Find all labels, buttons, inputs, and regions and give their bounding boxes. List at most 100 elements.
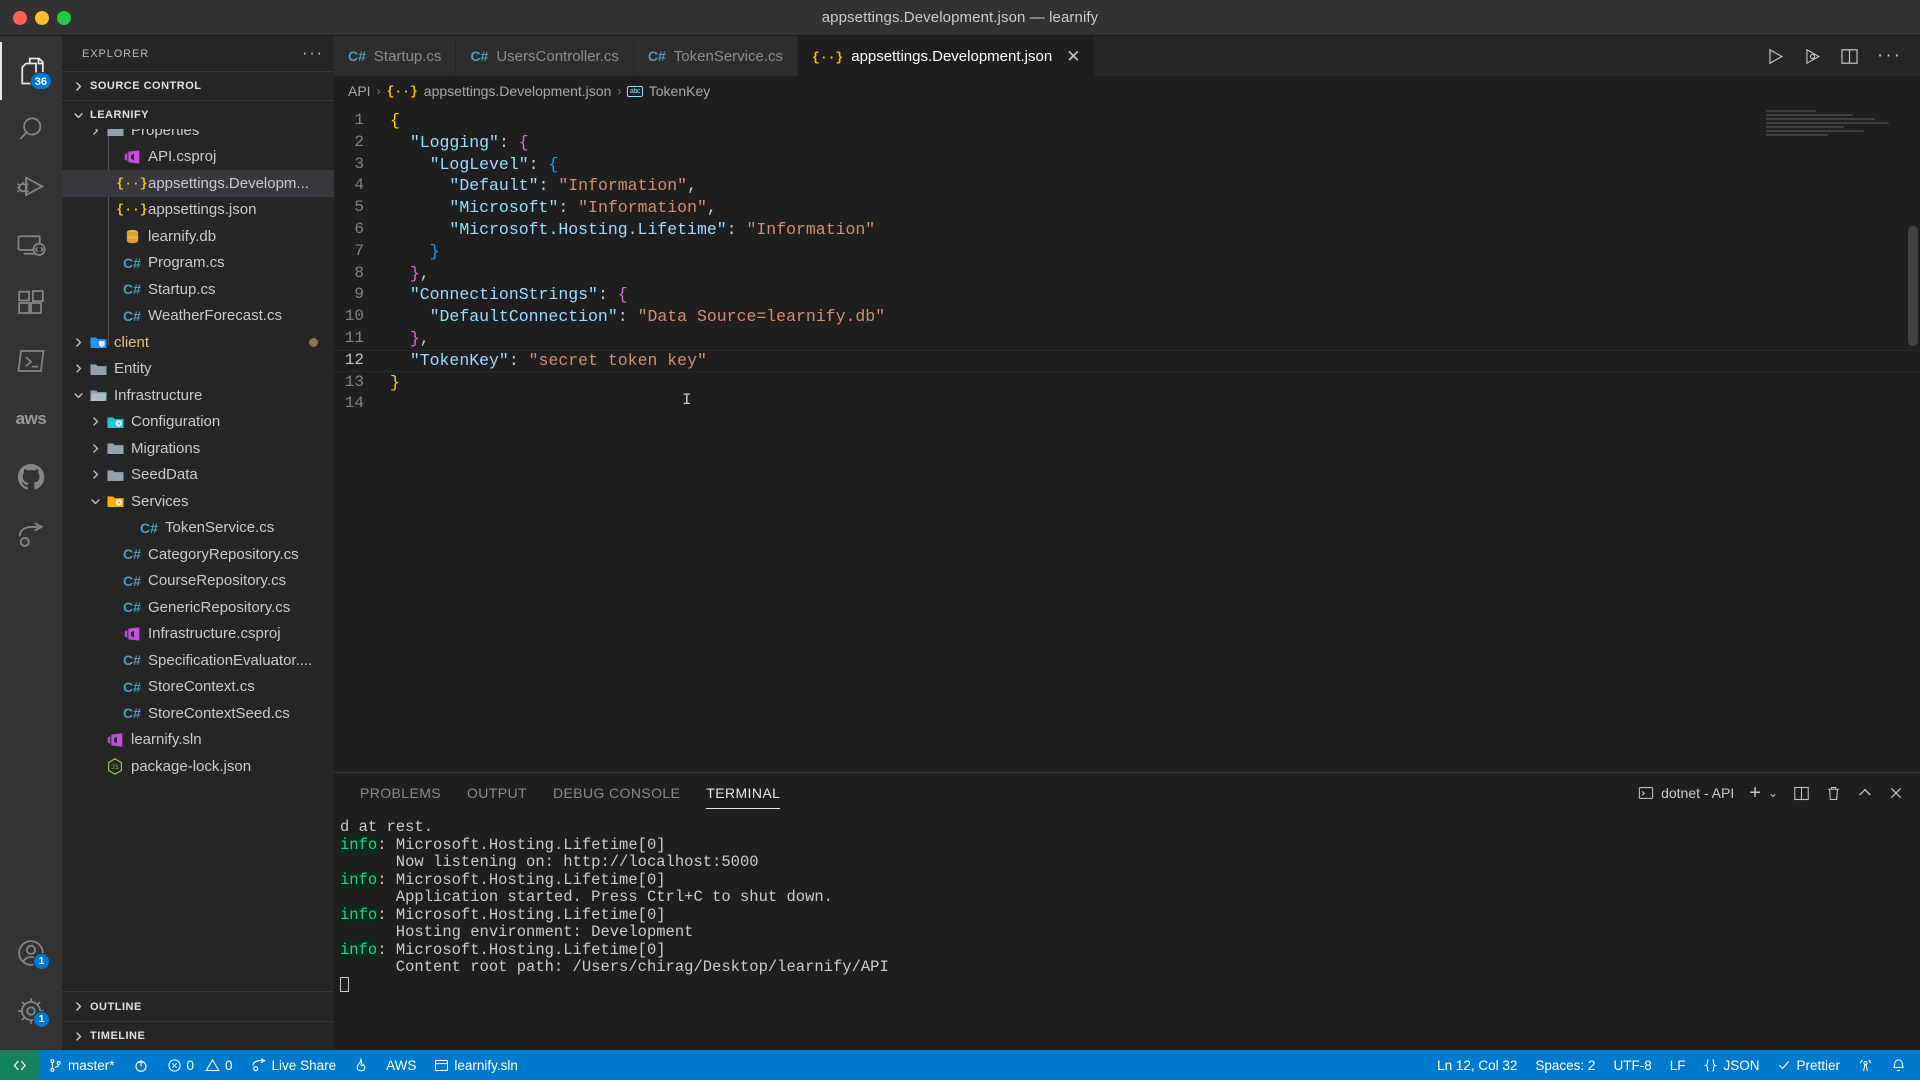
maximize-panel-button[interactable] xyxy=(1857,785,1873,801)
remote-indicator[interactable] xyxy=(0,1050,39,1080)
editor-tab-startup-cs[interactable]: C# Startup.cs xyxy=(334,36,457,76)
tree-item-migrations[interactable]: Migrations xyxy=(62,435,334,462)
code-line-1[interactable]: 1{ xyxy=(334,110,1920,132)
code-line-13[interactable]: 13} xyxy=(334,372,1920,394)
chevron-down-icon[interactable] xyxy=(87,496,104,507)
sidebar-section-outline[interactable]: OUTLINE xyxy=(62,992,334,1021)
code-line-9[interactable]: 9 "ConnectionStrings": { xyxy=(334,284,1920,306)
tree-item-client[interactable]: client xyxy=(62,329,334,356)
activity-powershell[interactable] xyxy=(0,332,62,390)
window-controls[interactable] xyxy=(0,10,71,25)
run-button[interactable] xyxy=(1766,47,1785,66)
activity-extensions[interactable] xyxy=(0,274,62,332)
breadcrumb-item-api[interactable]: API xyxy=(348,83,371,99)
status-solution[interactable]: learnify.sln xyxy=(425,1050,527,1080)
terminal-output[interactable]: d at rest. info: Microsoft.Hosting.Lifeti… xyxy=(334,813,1920,1050)
new-terminal-button[interactable]: + xyxy=(1749,783,1761,803)
status-branch[interactable]: master* xyxy=(39,1050,124,1080)
tree-item-infrastructure-csproj[interactable]: Infrastructure.csproj xyxy=(62,621,334,648)
status-language-mode[interactable]: JSON xyxy=(1694,1050,1768,1080)
tree-item-learnify-db[interactable]: learnify.db xyxy=(62,223,334,250)
activity-search[interactable] xyxy=(0,100,62,158)
status-aws[interactable]: AWS xyxy=(377,1050,425,1080)
terminal-selector[interactable]: dotnet - API xyxy=(1638,785,1734,801)
close-tab-button[interactable]: ✕ xyxy=(1066,48,1080,65)
tree-item-seeddata[interactable]: SeedData xyxy=(62,462,334,489)
chevron-right-icon[interactable] xyxy=(87,443,104,454)
file-tree[interactable]: Properties API.csproj {··} appsettings.Deve… xyxy=(62,129,334,991)
tree-item-api-csproj[interactable]: API.csproj xyxy=(62,144,334,171)
status-problems[interactable]: 0 0 xyxy=(158,1050,242,1080)
tree-item-entity[interactable]: Entity xyxy=(62,356,334,383)
chevron-right-icon[interactable] xyxy=(70,363,87,374)
activity-aws[interactable]: aws xyxy=(0,390,62,448)
tree-item-storecontextseed-cs[interactable]: C# StoreContextSeed.cs xyxy=(62,700,334,727)
tree-item-learnify-sln[interactable]: learnify.sln xyxy=(62,727,334,754)
editor-tab-userscontroller-cs[interactable]: C# UsersController.cs xyxy=(456,36,634,76)
breadcrumb-item-symbol[interactable]: TokenKey xyxy=(649,83,710,99)
activity-settings[interactable]: 1 xyxy=(0,982,62,1040)
editor-scrollbar[interactable] xyxy=(1908,226,1918,346)
status-live-share[interactable]: Live Share xyxy=(242,1050,346,1080)
activity-run-debug[interactable] xyxy=(0,158,62,216)
status-indentation[interactable]: Spaces: 2 xyxy=(1526,1050,1604,1080)
breadcrumb-item-file[interactable]: appsettings.Development.json xyxy=(424,83,612,99)
status-sync[interactable] xyxy=(124,1050,158,1080)
activity-github[interactable] xyxy=(0,448,62,506)
panel-tab-terminal[interactable]: TERMINAL xyxy=(706,773,781,813)
code-line-5[interactable]: 5 "Microsoft": "Information", xyxy=(334,197,1920,219)
tree-item-appsettings-json[interactable]: {··} appsettings.json xyxy=(62,197,334,224)
activity-explorer[interactable]: 36 xyxy=(0,42,62,100)
tree-item-categoryrepository-cs[interactable]: C# CategoryRepository.cs xyxy=(62,541,334,568)
code-line-10[interactable]: 10 "DefaultConnection": "Data Source=lea… xyxy=(334,306,1920,328)
code-line-4[interactable]: 4 "Default": "Information", xyxy=(334,175,1920,197)
sidebar-section-learnify[interactable]: LEARNIFY xyxy=(62,100,334,129)
tree-item-tokenservice-cs[interactable]: C# TokenService.cs xyxy=(62,515,334,542)
tree-item-specificationevaluator[interactable]: C# SpecificationEvaluator.... xyxy=(62,647,334,674)
code-line-8[interactable]: 8 }, xyxy=(334,263,1920,285)
code-line-11[interactable]: 11 }, xyxy=(334,328,1920,350)
sidebar-section-source-control[interactable]: SOURCE CONTROL xyxy=(62,71,334,100)
editor-tab-appsettings-development-json[interactable]: {··} appsettings.Development.json ✕ xyxy=(798,36,1096,76)
code-line-7[interactable]: 7 } xyxy=(334,241,1920,263)
status-cursor-position[interactable]: Ln 12, Col 32 xyxy=(1428,1050,1526,1080)
status-broadcast[interactable] xyxy=(1849,1050,1882,1080)
chevron-right-icon[interactable] xyxy=(70,337,87,348)
tree-item-configuration[interactable]: Configuration xyxy=(62,409,334,436)
maximize-window-button[interactable] xyxy=(57,10,71,25)
chevron-down-icon[interactable] xyxy=(70,390,87,401)
tree-item-appsettings-developm[interactable]: {··} appsettings.Developm... xyxy=(62,170,334,197)
code-line-2[interactable]: 2 "Logging": { xyxy=(334,132,1920,154)
tree-item-infrastructure[interactable]: Infrastructure xyxy=(62,382,334,409)
tree-item-storecontext-cs[interactable]: C# StoreContext.cs xyxy=(62,674,334,701)
terminal-dropdown-button[interactable]: ⌄ xyxy=(1768,786,1778,800)
panel-tab-output[interactable]: OUTPUT xyxy=(467,773,527,813)
tree-item-program-cs[interactable]: C# Program.cs xyxy=(62,250,334,277)
panel-tab-debug-console[interactable]: DEBUG CONSOLE xyxy=(553,773,680,813)
activity-remote[interactable] xyxy=(0,216,62,274)
breadcrumb[interactable]: API › {··} appsettings.Development.json … xyxy=(334,76,1920,106)
tree-item-startup-cs[interactable]: C# Startup.cs xyxy=(62,276,334,303)
editor-tab-tokenservice-cs[interactable]: C# TokenService.cs xyxy=(633,36,799,76)
chevron-right-icon[interactable] xyxy=(87,416,104,427)
code-line-14[interactable]: 14 xyxy=(334,393,1920,415)
status-encoding[interactable]: UTF-8 xyxy=(1604,1050,1660,1080)
tree-item-genericrepository-cs[interactable]: C# GenericRepository.cs xyxy=(62,594,334,621)
minimap[interactable] xyxy=(1766,110,1906,150)
chevron-right-icon[interactable] xyxy=(87,129,104,136)
status-flame[interactable] xyxy=(345,1050,377,1080)
tree-item-courserepository-cs[interactable]: C# CourseRepository.cs xyxy=(62,568,334,595)
kill-terminal-button[interactable] xyxy=(1825,785,1842,802)
run-with-debug-button[interactable] xyxy=(1803,47,1822,66)
tree-item-package-lock-json[interactable]: JS package-lock.json xyxy=(62,753,334,780)
more-actions-button[interactable]: ··· xyxy=(1877,46,1902,65)
close-panel-button[interactable] xyxy=(1888,785,1904,801)
status-prettier[interactable]: Prettier xyxy=(1768,1050,1849,1080)
code-line-3[interactable]: 3 "LogLevel": { xyxy=(334,154,1920,176)
tree-item-properties[interactable]: Properties xyxy=(62,129,334,144)
activity-live-share[interactable] xyxy=(0,506,62,564)
status-eol[interactable]: LF xyxy=(1661,1050,1695,1080)
sidebar-section-timeline[interactable]: TIMELINE xyxy=(62,1021,334,1050)
tree-item-services[interactable]: Services xyxy=(62,488,334,515)
minimize-window-button[interactable] xyxy=(35,10,49,25)
